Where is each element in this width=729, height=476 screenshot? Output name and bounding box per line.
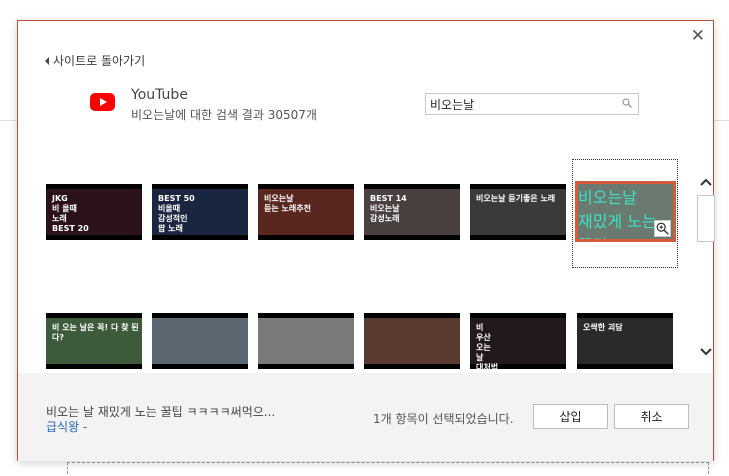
- video-thumbnail[interactable]: BEST 14 비오는날 감성노래: [364, 184, 460, 240]
- thumbnail-caption: JKG: [52, 194, 68, 203]
- selected-video-frame: [572, 159, 678, 268]
- online-video-dialog: ✕ 사이트로 돌아가기 YouTube 비오는날에 대한 검색 결과 30507…: [17, 20, 715, 461]
- thumbnail-caption: 비오는날: [370, 204, 400, 213]
- thumbnail-caption: 비 올때: [52, 204, 77, 213]
- letterbox-bar: [470, 184, 566, 189]
- selected-video-channel[interactable]: 급식왕 -: [46, 418, 87, 435]
- thumbnail-caption: 비: [476, 323, 484, 332]
- scrollbar-thumb[interactable]: [697, 195, 715, 242]
- letterbox-bar: [364, 364, 460, 369]
- letterbox-bar: [46, 184, 142, 189]
- video-thumbnail[interactable]: 비오는날 듣는 노래추천: [258, 184, 354, 240]
- video-thumbnail[interactable]: 비오는날 듣기좋은 노래: [470, 184, 566, 240]
- cancel-button[interactable]: 취소: [614, 404, 689, 429]
- thumbnail-caption: 오는: [476, 343, 491, 352]
- letterbox-bar: [152, 364, 248, 369]
- letterbox-bar: [152, 313, 248, 318]
- thumbnail-caption: 팝 노래: [158, 224, 183, 233]
- close-icon[interactable]: ✕: [691, 26, 705, 46]
- search-box[interactable]: [425, 93, 639, 115]
- letterbox-bar: [152, 235, 248, 240]
- letterbox-bar: [470, 313, 566, 318]
- video-thumbnail[interactable]: JKG 비 올때 노래 BEST 20: [46, 184, 142, 240]
- letterbox-bar: [577, 313, 673, 318]
- thumbnail-caption: 날: [476, 353, 484, 362]
- video-thumbnail[interactable]: BEST 50 비올때 감성적인 팝 노래: [152, 184, 248, 240]
- thumbnail-caption: 대처법: [476, 363, 499, 369]
- thumbnail-caption: 듣는 노래추천: [264, 204, 311, 213]
- back-to-sites-link[interactable]: 사이트로 돌아가기: [45, 52, 145, 69]
- thumbnail-caption: 비오는날: [264, 194, 294, 203]
- letterbox-bar: [46, 235, 142, 240]
- caret-left-icon: [45, 56, 49, 65]
- video-thumbnail[interactable]: 비 우산 오는 날 대처법: [470, 313, 566, 369]
- thumbnail-caption: 비 오는 날은 꼭! 다 찾 된다?: [52, 323, 139, 342]
- letterbox-bar: [46, 313, 142, 318]
- letterbox-bar: [577, 364, 673, 369]
- selection-status: 1개 항목이 선택되었습니다.: [373, 412, 514, 426]
- video-thumbnail[interactable]: 오싹한 괴담: [577, 313, 673, 369]
- thumbnail-caption: 노래: [52, 214, 67, 223]
- thumbnail-caption: 우산: [476, 333, 491, 342]
- thumbnail-caption: 감성적인: [158, 214, 188, 223]
- video-thumbnail[interactable]: 비 오는 날은 꼭! 다 찾 된다?: [46, 313, 142, 369]
- youtube-logo-icon: [90, 93, 115, 111]
- provider-name: YouTube: [131, 87, 188, 103]
- video-thumbnail[interactable]: [364, 313, 460, 369]
- search-result-count: 비오는날에 대한 검색 결과 30507개: [131, 108, 317, 122]
- back-link-label: 사이트로 돌아가기: [53, 54, 146, 68]
- letterbox-bar: [258, 184, 354, 189]
- letterbox-bar: [470, 235, 566, 240]
- thumbnail-caption: 비올때: [158, 204, 181, 213]
- video-thumbnail[interactable]: [152, 313, 248, 369]
- insert-button[interactable]: 삽입: [533, 404, 608, 429]
- thumbnail-caption: 오싹한 괴담: [583, 323, 623, 332]
- thumbnail-caption: 감성노래: [370, 214, 400, 223]
- video-thumbnail[interactable]: [258, 313, 354, 369]
- letterbox-bar: [258, 235, 354, 240]
- search-input[interactable]: [426, 94, 606, 115]
- scroll-up-icon[interactable]: [699, 175, 713, 189]
- thumbnail-caption: BEST 20: [52, 224, 89, 233]
- scroll-down-icon[interactable]: [699, 343, 713, 357]
- letterbox-bar: [364, 184, 460, 189]
- letterbox-bar: [364, 235, 460, 240]
- thumbnail-caption: 비오는날 듣기좋은 노래: [476, 194, 556, 203]
- letterbox-bar: [46, 364, 142, 369]
- background-placeholder: [67, 462, 709, 474]
- thumbnail-caption: BEST 50: [158, 194, 195, 203]
- letterbox-bar: [258, 364, 354, 369]
- search-icon[interactable]: [622, 98, 632, 108]
- thumbnail-caption: BEST 14: [370, 194, 407, 203]
- letterbox-bar: [364, 313, 460, 318]
- letterbox-bar: [258, 313, 354, 318]
- letterbox-bar: [152, 184, 248, 189]
